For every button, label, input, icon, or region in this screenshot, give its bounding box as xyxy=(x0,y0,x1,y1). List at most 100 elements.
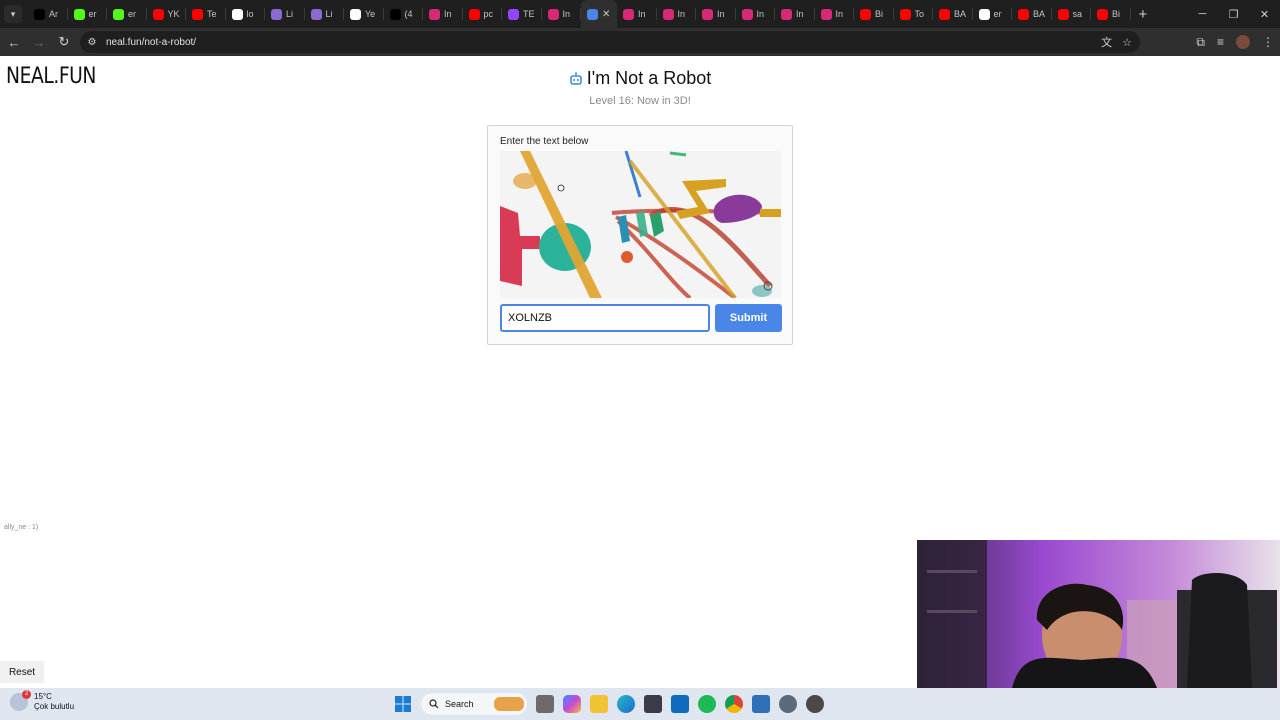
browser-menu-icon[interactable]: ⋮ xyxy=(1262,35,1274,49)
chrome-icon[interactable] xyxy=(725,695,743,713)
edge-icon[interactable] xyxy=(617,695,635,713)
browser-tab[interactable]: In xyxy=(617,0,657,28)
browser-tab[interactable]: In xyxy=(423,0,463,28)
page-subtitle: Level 16: Now in 3D! xyxy=(589,94,691,107)
reload-button[interactable]: ↻ xyxy=(53,31,75,53)
copilot-icon[interactable] xyxy=(563,695,581,713)
tab-title: er xyxy=(88,9,97,19)
reset-button[interactable]: Reset xyxy=(0,661,44,683)
tab-title: er xyxy=(993,9,1002,19)
tab-title: In xyxy=(717,9,725,19)
outlook-icon[interactable] xyxy=(671,695,689,713)
extensions-icon[interactable]: ⧉ xyxy=(1196,35,1205,50)
browser-tab[interactable]: er xyxy=(107,0,147,28)
submit-button[interactable]: Submit xyxy=(715,304,782,332)
minimize-button[interactable]: ─ xyxy=(1187,0,1218,28)
site-info-icon[interactable]: ⚙ xyxy=(86,36,98,48)
browser-tab[interactable]: In xyxy=(775,0,815,28)
new-tab-button[interactable]: + xyxy=(1139,6,1148,23)
windows-start-icon[interactable] xyxy=(394,695,412,713)
streamer-webcam-image xyxy=(917,540,1280,688)
restore-button[interactable]: ❐ xyxy=(1218,0,1249,28)
browser-tab[interactable]: In xyxy=(815,0,855,28)
kick-icon xyxy=(73,8,85,20)
instagram-icon xyxy=(820,8,832,20)
youtube-icon xyxy=(899,8,911,20)
browser-tab[interactable]: In xyxy=(736,0,776,28)
spotify-icon[interactable] xyxy=(698,695,716,713)
tab-title: To xyxy=(914,9,925,19)
robot-icon xyxy=(569,71,582,85)
browser-tab[interactable]: BA xyxy=(1012,0,1052,28)
browser-tab[interactable]: sa xyxy=(1052,0,1092,28)
media-control-icon[interactable]: ≡ xyxy=(1217,35,1224,49)
browser-tab[interactable]: ✕ xyxy=(581,0,617,28)
tab-title: (4 xyxy=(404,9,413,19)
browser-tab[interactable]: YK xyxy=(147,0,187,28)
browser-tab[interactable]: Li xyxy=(265,0,305,28)
browser-tab[interactable]: In xyxy=(542,0,582,28)
settings-gear-icon[interactable] xyxy=(779,695,797,713)
browser-tab[interactable]: BA xyxy=(933,0,973,28)
browser-tab[interactable]: pc xyxy=(463,0,503,28)
taskbar-search[interactable]: Search xyxy=(421,693,527,715)
browser-tab[interactable]: er xyxy=(973,0,1013,28)
browser-toolbar: ← → ↻ ⚙ neal.fun/not-a-robot/ 文 ☆ xyxy=(0,28,1280,56)
forward-button[interactable]: → xyxy=(28,31,50,53)
instagram-icon xyxy=(741,8,753,20)
tab-title: Ye xyxy=(365,9,376,19)
tab-title: er xyxy=(128,9,137,19)
browser-tab[interactable]: Ye xyxy=(344,0,384,28)
back-button[interactable]: ← xyxy=(3,31,25,53)
youtube-icon xyxy=(1018,8,1029,20)
weather-temperature: 15°C xyxy=(34,692,52,701)
browser-tab[interactable]: lo xyxy=(226,0,266,28)
browser-tab[interactable]: Bi xyxy=(854,0,894,28)
app-icon[interactable] xyxy=(752,695,770,713)
youtube-icon xyxy=(192,8,203,20)
tab-title: BA xyxy=(954,9,967,19)
tab-title: In xyxy=(638,9,646,19)
tab-title: Bi xyxy=(1112,9,1121,19)
browser-tab[interactable]: Ar xyxy=(28,0,68,28)
tab-title: Te xyxy=(207,9,217,19)
url-text[interactable]: neal.fun/not-a-robot/ xyxy=(106,37,196,48)
tab-title: sa xyxy=(1072,9,1083,19)
cloud-icon: 2 xyxy=(10,690,31,711)
close-window-button[interactable]: ✕ xyxy=(1249,0,1280,28)
tab-title: Ar xyxy=(49,9,58,19)
address-bar[interactable]: ⚙ neal.fun/not-a-robot/ 文 ☆ xyxy=(80,31,1140,53)
microsoft-store-icon[interactable] xyxy=(644,695,662,713)
browser-tab[interactable]: Bi xyxy=(1091,0,1131,28)
translate-icon[interactable]: 文 xyxy=(1101,34,1112,50)
app-badge-icon[interactable] xyxy=(806,695,824,713)
browser-tab[interactable]: Li xyxy=(305,0,345,28)
browser-tab[interactable]: (4 xyxy=(384,0,424,28)
bookmark-star-icon[interactable]: ☆ xyxy=(1122,36,1132,49)
tab-search-button[interactable]: ▾ xyxy=(4,5,22,23)
captcha-3d-canvas[interactable] xyxy=(500,151,781,298)
tab-title: Bi xyxy=(875,9,884,19)
window-controls: ─ ❐ ✕ xyxy=(1187,0,1280,28)
captcha-text-input[interactable] xyxy=(500,304,710,332)
tab-title: pc xyxy=(483,9,494,19)
task-view-icon[interactable] xyxy=(536,695,554,713)
close-tab-icon[interactable]: ✕ xyxy=(602,9,610,20)
overlay-caption: ally_ne : 1) xyxy=(4,524,39,531)
twitch-icon xyxy=(508,8,519,20)
file-explorer-icon[interactable] xyxy=(590,695,608,713)
browser-tab[interactable]: In xyxy=(696,0,736,28)
profile-avatar[interactable] xyxy=(1236,35,1250,49)
captcha-3d-scene[interactable] xyxy=(500,151,781,298)
youtube-icon xyxy=(860,8,871,20)
weather-widget[interactable]: 2 15°C Çok bulutlu xyxy=(10,690,74,712)
browser-tab[interactable]: In xyxy=(657,0,697,28)
tab-title: BA xyxy=(1033,9,1046,19)
tab-title: Li xyxy=(325,9,333,19)
browser-tab[interactable]: Te xyxy=(186,0,226,28)
browser-tab[interactable]: To xyxy=(894,0,934,28)
instagram-icon xyxy=(662,8,674,20)
browser-tab[interactable]: TE xyxy=(502,0,542,28)
github-icon xyxy=(350,8,361,20)
browser-tab[interactable]: er xyxy=(68,0,108,28)
